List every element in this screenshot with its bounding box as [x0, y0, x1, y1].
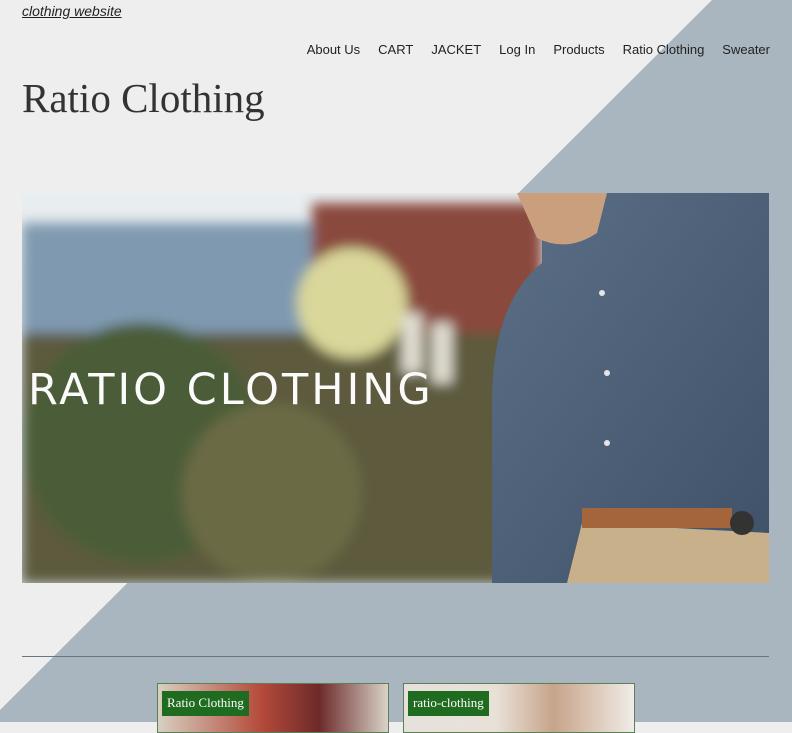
- card-label: ratio-clothing: [408, 691, 489, 716]
- section-divider: [22, 656, 769, 657]
- product-card-ratio-clothing-2[interactable]: ratio-clothing: [403, 683, 635, 733]
- product-card-ratio-clothing[interactable]: Ratio Clothing: [157, 683, 389, 733]
- nav-item-cart[interactable]: CART: [378, 42, 413, 57]
- site-link[interactable]: clothing website: [22, 3, 122, 19]
- site-title: Ratio Clothing: [22, 75, 265, 121]
- nav-item-log-in[interactable]: Log In: [499, 42, 535, 57]
- nav-item-jacket[interactable]: JACKET: [431, 42, 481, 57]
- main-nav: About Us CART JACKET Log In Products Rat…: [307, 42, 770, 57]
- hero-banner-image[interactable]: RATIO CLOTHING: [22, 193, 769, 583]
- card-label: Ratio Clothing: [162, 691, 249, 716]
- nav-item-sweater[interactable]: Sweater: [722, 42, 770, 57]
- nav-item-about-us[interactable]: About Us: [307, 42, 360, 57]
- nav-item-products[interactable]: Products: [553, 42, 604, 57]
- hero-overlay-text: RATIO CLOTHING: [28, 365, 434, 415]
- nav-item-ratio-clothing[interactable]: Ratio Clothing: [623, 42, 705, 57]
